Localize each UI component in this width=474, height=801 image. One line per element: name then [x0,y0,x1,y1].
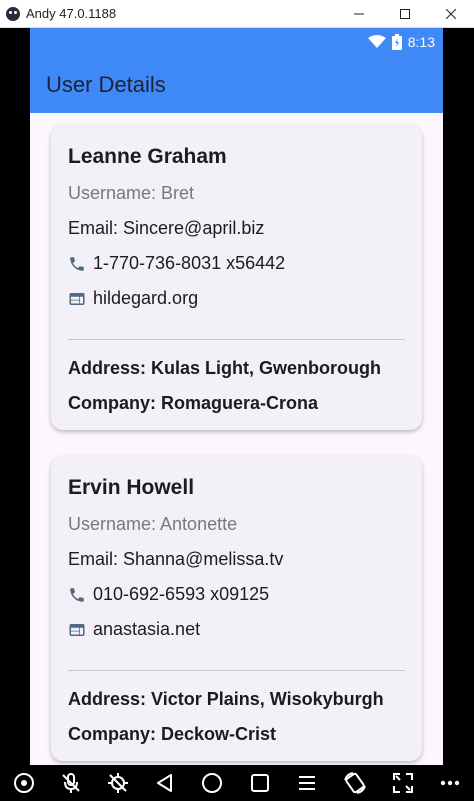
user-email: Email: Sincere@april.biz [68,218,265,238]
user-address: Address: Kulas Light, Gwenborough [68,358,382,378]
battery-charging-icon [391,34,402,50]
status-time: 8:13 [407,34,435,50]
card-divider [68,339,405,340]
user-card[interactable]: Ervin Howell Username: Antonette Email: … [51,456,422,761]
window-controls [336,0,474,27]
user-website: hildegard.org [93,288,199,308]
app-bar: User Details [30,56,443,113]
user-card[interactable]: Leanne Graham Username: Bret Email: Sinc… [51,125,422,430]
home-icon[interactable] [201,772,223,794]
user-address: Address: Victor Plains, Wisokyburgh [68,689,384,709]
user-company: Company: Romaguera-Crona [68,393,319,413]
user-company: Company: Deckow-Crist [68,724,277,744]
web-icon [69,292,85,305]
emulator-toolbar [0,765,474,801]
phone-icon [70,587,84,602]
phone-row: 1-770-736-8031 x56442 [68,253,405,274]
website-row: anastasia.net [68,619,405,640]
minimize-button[interactable] [336,0,382,27]
rotate-icon[interactable] [343,771,367,795]
phone-row: 010-692-6593 x09125 [68,584,405,605]
emulator-title-bar: Andy 47.0.1188 [0,0,474,28]
close-button[interactable] [428,0,474,27]
camera-icon[interactable] [13,772,35,794]
window-title: Andy 47.0.1188 [26,6,117,21]
website-row: hildegard.org [68,288,405,309]
more-icon[interactable] [439,772,461,794]
user-website: anastasia.net [93,619,201,639]
user-phone: 1-770-736-8031 x56442 [93,253,286,273]
user-username: Username: Bret [68,183,195,203]
user-list[interactable]: Leanne Graham Username: Bret Email: Sinc… [30,113,443,761]
minimize-icon [354,13,364,14]
page-title: User Details [46,71,166,97]
status-bar: 8:13 [30,28,443,56]
web-icon [69,623,85,636]
fullscreen-icon[interactable] [392,772,414,794]
close-icon [446,8,456,19]
user-name: Ervin Howell [68,476,195,499]
location-off-icon[interactable] [107,772,129,794]
andy-app-icon [6,6,20,21]
menu-icon[interactable] [296,772,318,794]
card-divider [68,670,405,671]
recent-apps-icon[interactable] [249,772,271,794]
maximize-icon [400,8,410,19]
wifi-icon [367,35,386,48]
maximize-button[interactable] [382,0,428,27]
user-email: Email: Shanna@melissa.tv [68,549,284,569]
phone-icon [70,256,84,271]
user-name: Leanne Graham [68,145,227,168]
user-username: Username: Antonette [68,514,238,534]
user-phone: 010-692-6593 x09125 [93,584,270,604]
mic-off-icon[interactable] [60,772,82,794]
phone-screen: 8:13 User Details Leanne Graham Username… [30,28,443,765]
back-icon[interactable] [154,772,176,794]
